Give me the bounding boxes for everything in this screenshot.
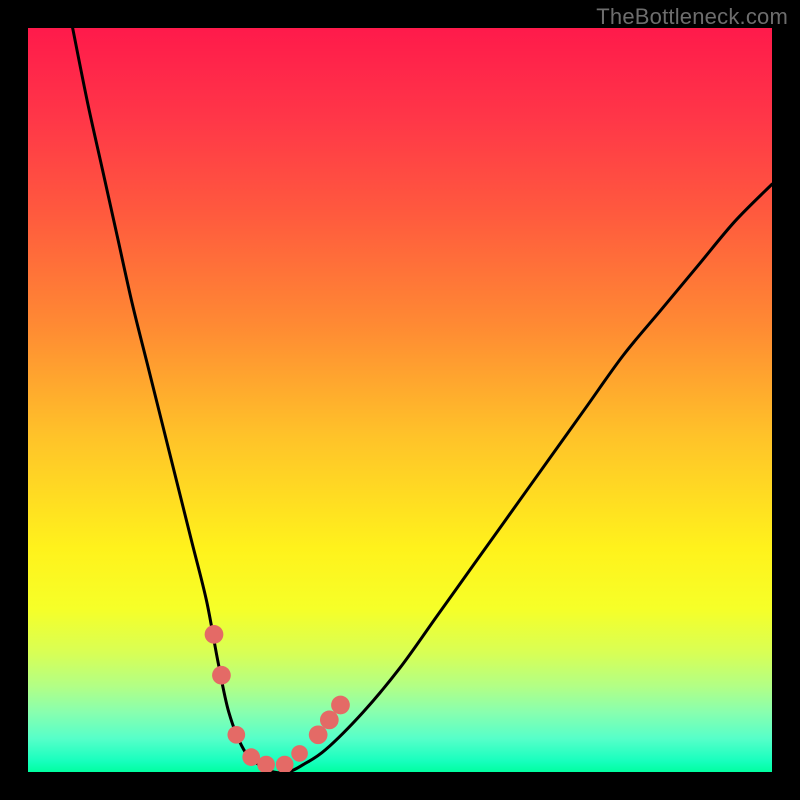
curve-layer — [28, 28, 772, 772]
curve-marker — [205, 625, 224, 644]
curve-marker — [227, 726, 245, 744]
curve-marker — [212, 666, 231, 685]
curve-marker — [331, 696, 350, 715]
curve-marker — [309, 725, 328, 744]
curve-marker — [291, 745, 308, 762]
chart-frame: TheBottleneck.com — [0, 0, 800, 800]
plot-area — [28, 28, 772, 772]
curve-marker — [276, 756, 294, 772]
watermark-text: TheBottleneck.com — [596, 4, 788, 30]
curve-marker — [320, 711, 339, 730]
bottleneck-curve — [73, 28, 772, 772]
